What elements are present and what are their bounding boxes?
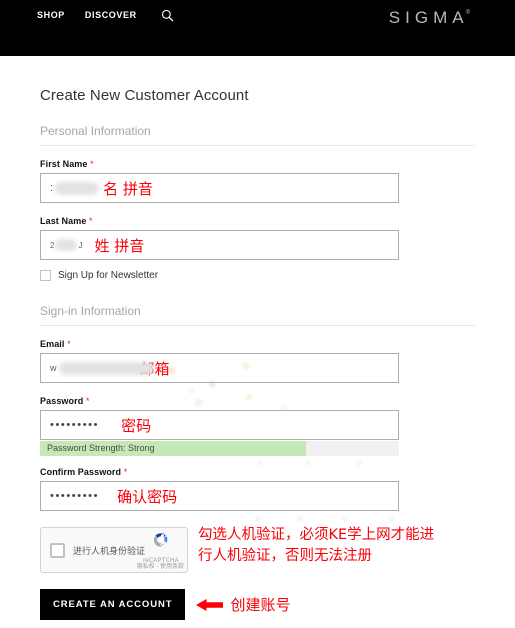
- last-name-control: 2 J 姓 拼音: [40, 230, 475, 260]
- first-name-redacted-value: [55, 181, 100, 195]
- recaptcha-annotation-line-1: 勾选人机验证，必须KE学上网才能进: [198, 527, 435, 543]
- create-account-page: Create New Customer Account Personal Inf…: [0, 87, 515, 620]
- create-account-button[interactable]: CREATE AN ACCOUNT: [40, 589, 186, 620]
- create-account-annotation-text: 创建账号: [230, 596, 291, 614]
- email-field: Email * w 邮箱: [40, 339, 475, 383]
- first-name-annotation: 名 拼音: [103, 179, 153, 198]
- personal-information-legend: Personal Information: [40, 124, 475, 146]
- last-name-label: Last Name *: [40, 216, 475, 226]
- signin-information-section: Sign-in Information Email * w 邮箱 Passwor…: [40, 304, 475, 511]
- email-redacted-value: [58, 361, 154, 375]
- email-label-text: Email: [40, 339, 65, 349]
- recaptcha-annotation: 勾选人机验证，必须KE学上网才能进 行人机验证，否则无法注册: [198, 525, 515, 567]
- confirm-password-input[interactable]: ••••••••• 确认密码: [40, 481, 399, 511]
- recaptcha-widget[interactable]: 进行人机身份验证 reCAPTCHA 隐私权 - 使用条款: [40, 527, 188, 573]
- search-icon[interactable]: [161, 8, 175, 22]
- registered-mark-icon: ®: [465, 10, 470, 16]
- password-required-mark: *: [85, 396, 90, 406]
- last-name-input[interactable]: 2 J 姓 拼音: [40, 230, 399, 260]
- confirm-password-annotation: 确认密码: [117, 487, 178, 506]
- last-name-value-suffix: J: [78, 240, 83, 250]
- confirm-password-label: Confirm Password *: [40, 467, 475, 477]
- recaptcha-checkbox[interactable]: [50, 542, 65, 558]
- newsletter-checkbox[interactable]: [40, 270, 51, 281]
- recaptcha-terms[interactable]: 隐私权 - 使用条款: [137, 561, 184, 570]
- sigma-logo[interactable]: SIGMA ®: [389, 8, 470, 28]
- confirm-password-label-text: Confirm Password: [40, 467, 122, 477]
- personal-information-section: Personal Information First Name * : 名 拼音…: [40, 124, 475, 281]
- password-input[interactable]: ••••••••• 密码: [40, 410, 399, 440]
- last-name-required-mark: *: [89, 216, 93, 226]
- left-arrow-icon: [196, 598, 224, 611]
- first-name-control: : 名 拼音: [40, 173, 475, 203]
- first-name-label-text: First Name: [40, 159, 88, 169]
- password-label: Password *: [40, 396, 475, 406]
- recaptcha-annotation-line-2: 行人机验证，否则无法注册: [198, 548, 372, 564]
- last-name-field: Last Name * 2 J 姓 拼音: [40, 216, 475, 260]
- submit-row: CREATE AN ACCOUNT 创建账号: [40, 589, 475, 620]
- nav-discover[interactable]: DISCOVER: [85, 9, 137, 21]
- email-input[interactable]: w 邮箱: [40, 353, 399, 383]
- first-name-required-mark: *: [90, 159, 94, 169]
- password-control: ••••••••• 密码 Password Strength: Strong: [40, 410, 475, 456]
- signin-information-legend: Sign-in Information: [40, 304, 475, 326]
- confirm-password-control: ••••••••• 确认密码: [40, 481, 475, 511]
- last-name-redacted-value: [55, 239, 78, 251]
- last-name-label-text: Last Name: [40, 216, 87, 226]
- last-name-value-prefix: 2: [50, 240, 55, 250]
- sigma-logo-text: SIGMA: [388, 8, 469, 27]
- recaptcha-checkbox-label: 进行人机身份验证: [73, 545, 146, 556]
- password-annotation: 密码: [121, 416, 152, 435]
- newsletter-row[interactable]: Sign Up for Newsletter: [40, 270, 475, 281]
- first-name-value-prefix: :: [50, 182, 54, 194]
- email-control: w 邮箱: [40, 353, 475, 383]
- create-account-annotation: 创建账号: [194, 594, 290, 615]
- password-strength-meter: Password Strength: Strong: [40, 441, 399, 456]
- main-navigation: SHOP DISCOVER: [0, 8, 175, 22]
- email-required-mark: *: [67, 339, 71, 349]
- email-value-prefix: w: [50, 363, 57, 373]
- recaptcha-logo-icon: [153, 532, 168, 547]
- email-label: Email *: [40, 339, 475, 349]
- site-header: SHOP DISCOVER SIGMA ®: [0, 0, 515, 56]
- recaptcha-row: 进行人机身份验证 reCAPTCHA 隐私权 - 使用条款 勾选人机验证，必须K…: [40, 527, 475, 573]
- first-name-field: First Name * : 名 拼音: [40, 159, 475, 203]
- password-strength-text: Password Strength: Strong: [47, 443, 155, 453]
- password-label-text: Password: [40, 396, 84, 406]
- newsletter-label: Sign Up for Newsletter: [58, 270, 159, 281]
- nav-shop[interactable]: SHOP: [37, 9, 65, 21]
- last-name-annotation: 姓 拼音: [94, 236, 145, 255]
- first-name-label: First Name *: [40, 159, 475, 169]
- confirm-password-masked-value: •••••••••: [50, 490, 100, 502]
- first-name-input[interactable]: : 名 拼音: [40, 173, 399, 203]
- confirm-password-required-mark: *: [123, 467, 128, 477]
- confirm-password-field: Confirm Password * ••••••••• 确认密码: [40, 467, 475, 511]
- password-masked-value: •••••••••: [50, 419, 100, 431]
- password-field: Password * ••••••••• 密码 Password Strengt…: [40, 396, 475, 456]
- page-title: Create New Customer Account: [40, 87, 249, 104]
